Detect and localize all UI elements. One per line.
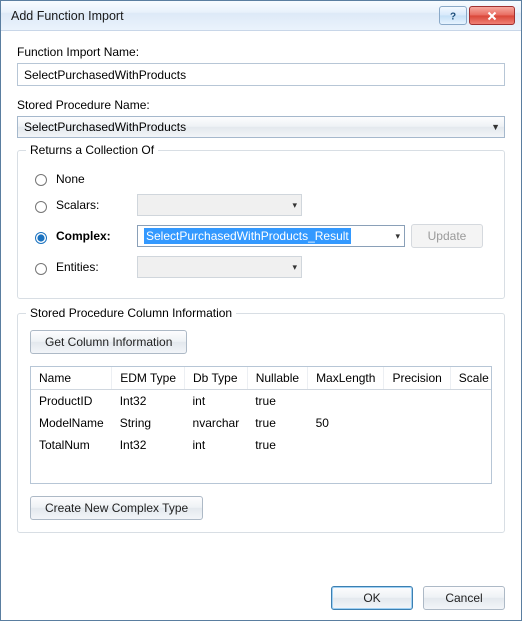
cell-edm: String <box>112 412 185 434</box>
radio-row-scalars: Scalars: ▾ <box>30 194 492 216</box>
table-row[interactable]: TotalNumInt32inttrue <box>31 434 492 456</box>
cell-name: TotalNum <box>31 434 112 456</box>
function-import-name-input[interactable] <box>17 63 505 86</box>
create-new-complex-type-button[interactable]: Create New Complex Type <box>30 496 203 520</box>
cell-edm: Int32 <box>112 434 185 456</box>
function-import-name-block: Function Import Name: <box>17 45 505 86</box>
radio-scalars[interactable] <box>35 201 47 213</box>
cell-nullable: true <box>247 434 307 456</box>
header-precision[interactable]: Precision <box>384 367 450 390</box>
cell-db: nvarchar <box>185 412 248 434</box>
cell-nullable: true <box>247 390 307 413</box>
radio-none-label: None <box>56 172 131 186</box>
cell-edm: Int32 <box>112 390 185 413</box>
returns-collection-title: Returns a Collection Of <box>26 143 158 157</box>
radio-complex-label: Complex: <box>56 229 131 243</box>
stored-procedure-name-value: SelectPurchasedWithProducts <box>24 120 186 134</box>
header-name[interactable]: Name <box>31 367 112 390</box>
returns-collection-group: Returns a Collection Of None Scalars: ▾ … <box>17 150 505 299</box>
update-button[interactable]: Update <box>411 224 483 248</box>
scalars-combo[interactable]: ▾ <box>137 194 302 216</box>
help-button[interactable]: ? <box>439 6 467 25</box>
radio-entities-label: Entities: <box>56 260 131 274</box>
cell-precision <box>384 390 450 413</box>
complex-combo-value: SelectPurchasedWithProducts_Result <box>144 228 351 244</box>
header-scale[interactable]: Scale <box>450 367 492 390</box>
get-column-information-button[interactable]: Get Column Information <box>30 330 187 354</box>
cell-nullable: true <box>247 412 307 434</box>
radio-entities[interactable] <box>35 263 47 275</box>
table-row[interactable]: ModelNameStringnvarchartrue50 <box>31 412 492 434</box>
function-import-name-label: Function Import Name: <box>17 45 505 59</box>
cell-scale <box>450 412 492 434</box>
cell-precision <box>384 412 450 434</box>
stored-procedure-name-block: Stored Procedure Name: SelectPurchasedWi… <box>17 98 505 138</box>
radio-row-entities: Entities: ▾ <box>30 256 492 278</box>
cell-maxlen <box>308 434 384 456</box>
chevron-down-icon: ▾ <box>292 200 297 211</box>
table-header-row: Name EDM Type Db Type Nullable MaxLength… <box>31 367 492 390</box>
radio-complex[interactable] <box>35 232 47 244</box>
columns-grid[interactable]: Name EDM Type Db Type Nullable MaxLength… <box>30 366 492 484</box>
stored-procedure-name-label: Stored Procedure Name: <box>17 98 505 112</box>
radio-none[interactable] <box>35 174 47 186</box>
stored-procedure-name-combo[interactable]: SelectPurchasedWithProducts ▼ <box>17 116 505 138</box>
complex-combo[interactable]: SelectPurchasedWithProducts_Result ▾ <box>137 225 405 247</box>
cell-maxlen <box>308 390 384 413</box>
radio-row-none: None <box>30 171 492 186</box>
header-nullable[interactable]: Nullable <box>247 367 307 390</box>
dialog-button-row: OK Cancel <box>17 578 505 610</box>
help-icon: ? <box>447 10 459 22</box>
window-title: Add Function Import <box>11 9 437 23</box>
cell-scale <box>450 434 492 456</box>
cell-db: int <box>185 434 248 456</box>
header-edm-type[interactable]: EDM Type <box>112 367 185 390</box>
columns-table: Name EDM Type Db Type Nullable MaxLength… <box>31 367 492 456</box>
dialog-content: Function Import Name: Stored Procedure N… <box>1 31 521 620</box>
cell-maxlen: 50 <box>308 412 384 434</box>
titlebar: Add Function Import ? <box>1 1 521 31</box>
dialog-window: Add Function Import ? Function Import Na… <box>0 0 522 621</box>
column-info-title: Stored Procedure Column Information <box>26 306 236 320</box>
ok-button[interactable]: OK <box>331 586 413 610</box>
entities-combo[interactable]: ▾ <box>137 256 302 278</box>
cell-scale <box>450 390 492 413</box>
header-maxlength[interactable]: MaxLength <box>308 367 384 390</box>
chevron-down-icon: ▼ <box>491 122 500 132</box>
close-icon <box>486 10 498 22</box>
radio-scalars-label: Scalars: <box>56 198 131 212</box>
cell-name: ProductID <box>31 390 112 413</box>
cancel-button[interactable]: Cancel <box>423 586 505 610</box>
radio-row-complex: Complex: SelectPurchasedWithProducts_Res… <box>30 224 492 248</box>
cell-db: int <box>185 390 248 413</box>
table-row[interactable]: ProductIDInt32inttrue <box>31 390 492 413</box>
chevron-down-icon: ▾ <box>292 262 297 273</box>
window-close-button[interactable] <box>469 6 515 25</box>
chevron-down-icon: ▾ <box>395 231 400 242</box>
header-db-type[interactable]: Db Type <box>185 367 248 390</box>
svg-text:?: ? <box>450 11 456 22</box>
cell-name: ModelName <box>31 412 112 434</box>
cell-precision <box>384 434 450 456</box>
column-info-group: Stored Procedure Column Information Get … <box>17 313 505 533</box>
